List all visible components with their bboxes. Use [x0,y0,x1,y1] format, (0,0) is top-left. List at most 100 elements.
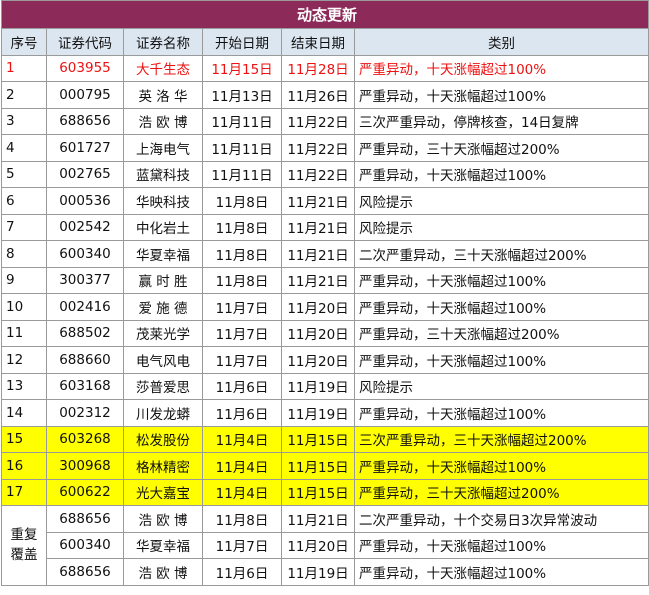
end-date: 11月15日 [281,425,355,453]
category: 严重异动，十天涨幅超过100% [353,452,649,480]
security-code: 300968 [46,452,124,480]
category: 二次严重异动，十个交易日3次异常波动 [353,505,649,533]
table-row: 6 000536 华映科技 11月8日 11月21日 风险提示 [1,187,649,215]
start-date: 11月7日 [202,293,282,321]
header-row: 序号 证券代码 证券名称 开始日期 结束日期 类别 [1,28,649,56]
category: 严重异动，十天涨幅超过100% [353,54,649,82]
security-name: 英 洛 华 [123,81,203,109]
row-number: 7 [1,213,47,241]
category: 严重异动，三十天涨幅超过200% [353,134,649,162]
end-date: 11月22日 [281,134,355,162]
end-date: 11月20日 [281,531,355,559]
start-date: 11月8日 [202,266,282,294]
security-code: 688656 [46,505,124,533]
security-code: 688660 [46,346,124,374]
security-name: 华映科技 [123,187,203,215]
category: 严重异动，十天涨幅超过100% [353,399,649,427]
security-code: 688502 [46,319,124,347]
security-code: 688656 [46,107,124,135]
row-number: 5 [1,160,47,188]
security-code: 603955 [46,54,124,82]
row-number: 4 [1,134,47,162]
start-date: 11月8日 [202,240,282,268]
start-date: 11月4日 [202,452,282,480]
start-date: 11月4日 [202,425,282,453]
row-number: 17 [1,478,47,506]
security-name: 浩 欧 博 [123,107,203,135]
category: 严重异动，十天涨幅超过100% [353,160,649,188]
table-row: 14 002312 川发龙蟒 11月6日 11月19日 严重异动，十天涨幅超过100% [1,399,649,427]
end-date: 11月21日 [281,505,355,533]
start-date: 11月8日 [202,187,282,215]
security-code: 600622 [46,478,124,506]
table-row: 8 600340 华夏幸福 11月8日 11月21日 二次严重异动，三十天涨幅超过200% [1,240,649,268]
end-date: 11月21日 [281,213,355,241]
row-number: 14 [1,399,47,427]
table-row: 4 601727 上海电气 11月11日 11月22日 严重异动，三十天涨幅超过200% [1,134,649,162]
row-number: 12 [1,346,47,374]
row-number: 9 [1,266,47,294]
security-name: 浩 欧 博 [123,558,203,586]
table-row: 12 688660 电气风电 11月7日 11月20日 严重异动，十天涨幅超过100% [1,346,649,374]
category: 严重异动，十天涨幅超过100% [353,266,649,294]
category: 严重异动，十天涨幅超过100% [353,531,649,559]
security-name: 中化岩土 [123,213,203,241]
start-date: 11月6日 [202,558,282,586]
table-row: 5 002765 蓝黛科技 11月11日 11月22日 严重异动，十天涨幅超过100% [1,160,649,188]
security-name: 爱 施 德 [123,293,203,321]
stock-alert-table: 动态更新 序号 证券代码 证券名称 开始日期 结束日期 类别 1 603955 大千… [0,0,649,586]
security-code: 603268 [46,425,124,453]
start-date: 11月6日 [202,372,282,400]
end-date: 11月26日 [281,81,355,109]
security-name: 光大嘉宝 [123,478,203,506]
security-name: 华夏幸福 [123,531,203,559]
end-date: 11月28日 [281,54,355,82]
security-name: 华夏幸福 [123,240,203,268]
security-code: 002765 [46,160,124,188]
table-row: 10 002416 爱 施 德 11月7日 11月20日 严重异动，十天涨幅超过100% [1,293,649,321]
security-code: 000536 [46,187,124,215]
row-number: 3 [1,107,47,135]
start-date: 11月7日 [202,319,282,347]
security-code: 300377 [46,266,124,294]
overlap-label: 重复 覆盖 [1,505,47,586]
end-date: 11月22日 [281,107,355,135]
category: 严重异动，十天涨幅超过100% [353,81,649,109]
security-code: 600340 [46,240,124,268]
security-name: 浩 欧 博 [123,505,203,533]
end-date: 11月20日 [281,319,355,347]
header-category: 类别 [353,28,649,56]
start-date: 11月13日 [202,81,282,109]
security-code: 600340 [46,531,124,559]
start-date: 11月8日 [202,505,282,533]
security-name: 大千生态 [123,54,203,82]
category: 严重异动，十天涨幅超过100% [353,558,649,586]
category: 风险提示 [353,213,649,241]
category: 风险提示 [353,372,649,400]
overlap-row: 600340 华夏幸福 11月7日 11月20日 严重异动，十天涨幅超过100% [2,531,649,559]
end-date: 11月19日 [281,558,355,586]
header-code: 证券代码 [46,28,124,56]
overlap-label-line2: 覆盖 [10,547,38,564]
security-code: 002416 [46,293,124,321]
security-name: 上海电气 [123,134,203,162]
start-date: 11月7日 [202,531,282,559]
security-name: 格林精密 [123,452,203,480]
end-date: 11月22日 [281,160,355,188]
table-row: 9 300377 赢 时 胜 11月8日 11月21日 严重异动，十天涨幅超过100% [1,266,649,294]
end-date: 11月15日 [281,452,355,480]
header-name: 证券名称 [123,28,203,56]
row-number: 11 [1,319,47,347]
end-date: 11月15日 [281,478,355,506]
overlap-row: 重复 覆盖 688656 浩 欧 博 11月8日 11月21日 二次严重异动，十个交易日3次… [1,505,649,586]
row-number: 13 [1,372,47,400]
row-number: 15 [1,425,47,453]
category: 严重异动，三十天涨幅超过200% [353,478,649,506]
table-row: 11 688502 茂莱光学 11月7日 11月20日 严重异动，三十天涨幅超过200% [1,319,649,347]
end-date: 11月20日 [281,346,355,374]
table-row: 1 603955 大千生态 11月15日 11月28日 严重异动，十天涨幅超过100% [1,54,649,82]
end-date: 11月21日 [281,240,355,268]
row-number: 16 [1,452,47,480]
start-date: 11月8日 [202,213,282,241]
category: 严重异动，十天涨幅超过100% [353,346,649,374]
